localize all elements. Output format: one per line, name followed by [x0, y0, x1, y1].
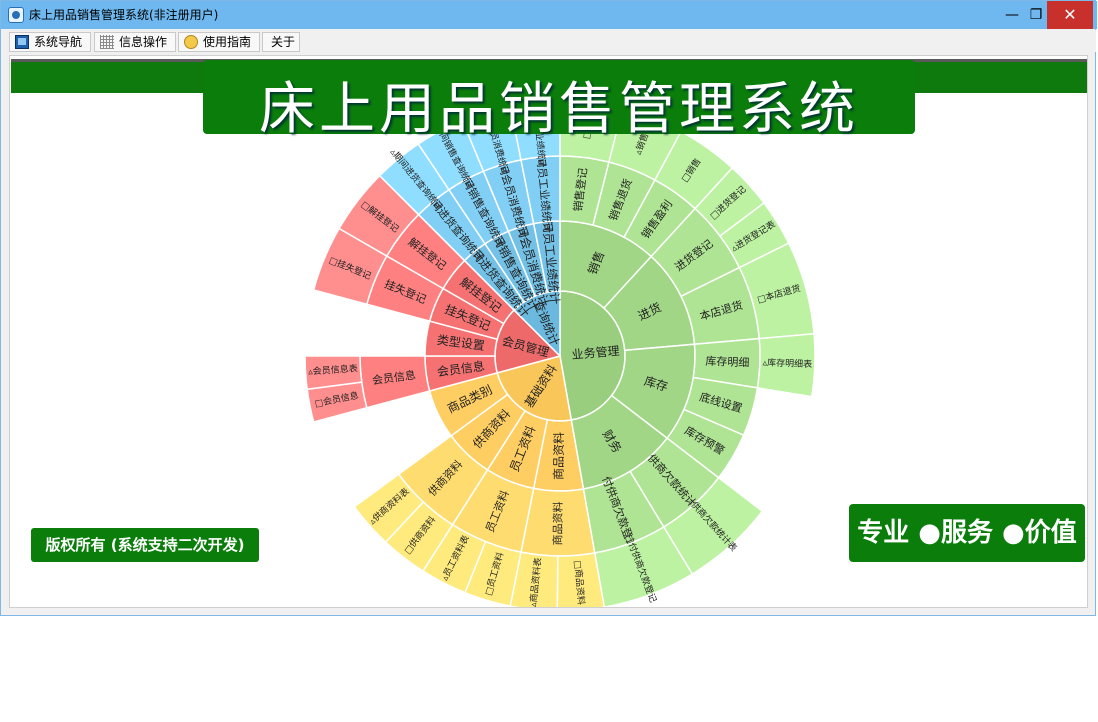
- app-logo-icon: [8, 7, 24, 23]
- banner: 床上用品销售管理系统: [203, 60, 915, 142]
- menu-bar: 系统导航 信息操作 使用指南 关于: [2, 30, 1096, 52]
- menu-info-ops[interactable]: 信息操作: [94, 32, 176, 52]
- slogan-badge: 专业 ●服务 ●价值: [849, 504, 1085, 562]
- menu-system-nav-label: 系统导航: [34, 35, 83, 49]
- main-content: 业务管理销售销售登记□销销售退货▵销售销售盈利□销售进货进货登记□进货登记▵进货…: [9, 55, 1088, 608]
- sunburst-group-1-0-label: 商品资料: [551, 432, 567, 480]
- menu-about[interactable]: 关于: [262, 32, 300, 52]
- sunburst-item-0-2-0-label: 库存明细: [705, 354, 749, 370]
- menu-user-guide-label: 使用指南: [203, 35, 252, 49]
- help-icon: [184, 35, 198, 49]
- copyright-badge: 版权所有 (系统支持二次开发): [31, 528, 259, 562]
- banner-title: 床上用品销售管理系统: [259, 77, 859, 142]
- sunburst-leaf-0-2-0-0[interactable]: ▵库存明细表: [756, 332, 816, 398]
- window-title: 床上用品销售管理系统(非注册用户): [29, 8, 219, 22]
- title-bar: 床上用品销售管理系统(非注册用户) — ❐ ✕: [1, 1, 1097, 29]
- menu-info-ops-label: 信息操作: [119, 35, 168, 49]
- grid-icon: [100, 35, 114, 49]
- sunburst-item-1-0-0-label: 商品资料: [550, 501, 564, 545]
- menu-about-label: 关于: [271, 35, 296, 49]
- close-button[interactable]: ✕: [1047, 1, 1093, 29]
- monitor-icon: [15, 35, 29, 49]
- app-window: 床上用品销售管理系统(非注册用户) — ❐ ✕ 系统导航 信息操作 使用指南 关…: [0, 0, 1097, 616]
- menu-user-guide[interactable]: 使用指南: [178, 32, 260, 52]
- menu-system-nav[interactable]: 系统导航: [9, 32, 91, 52]
- sunburst-item-2-0-0[interactable]: 会员信息: [359, 355, 431, 409]
